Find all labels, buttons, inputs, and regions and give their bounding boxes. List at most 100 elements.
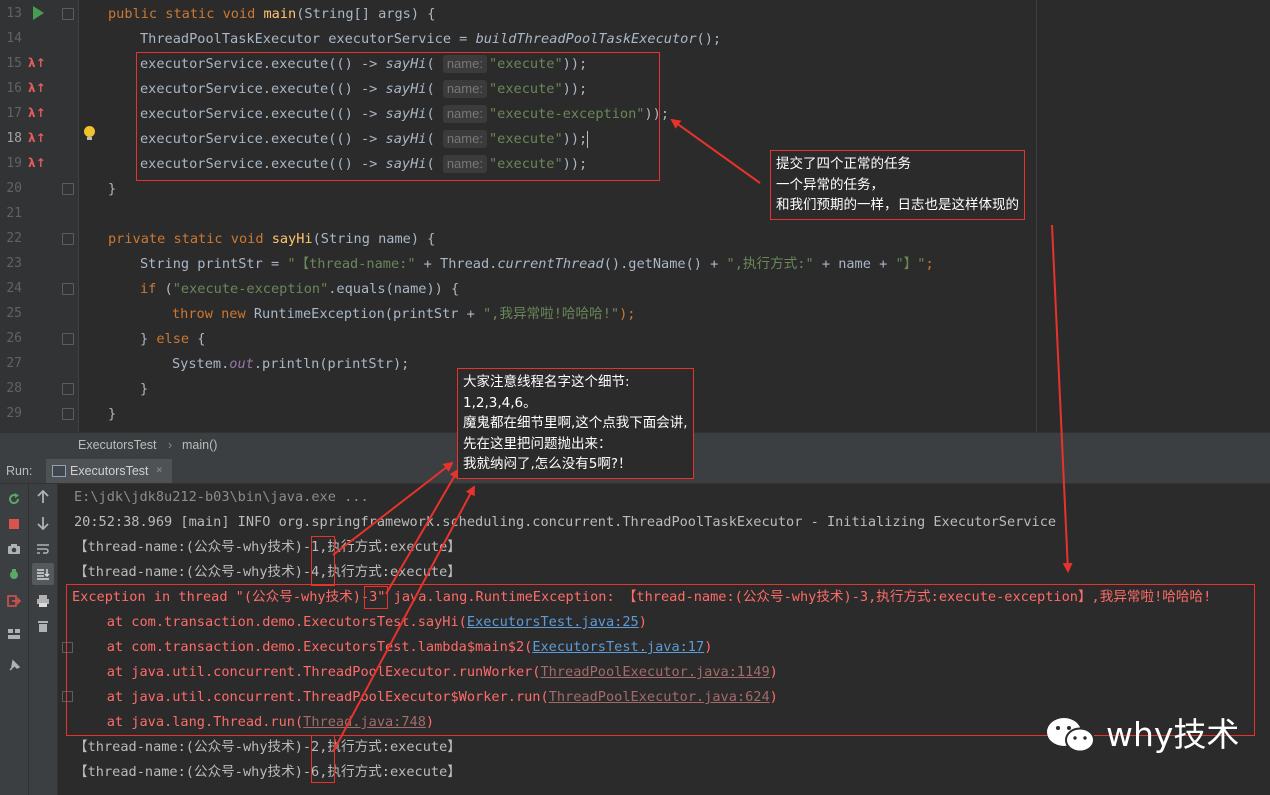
code-line: executorService.execute(() -> sayHi( nam… (140, 77, 587, 102)
stack-frame: ) (638, 614, 647, 630)
arrow-down-icon[interactable] (36, 516, 50, 530)
breadcrumb-method[interactable]: main() (182, 438, 217, 452)
arrow-up-icon[interactable] (36, 490, 50, 504)
scroll-to-end-button[interactable] (32, 563, 54, 585)
watermark-text: why技术 (1106, 715, 1240, 754)
gutter-divider (78, 0, 79, 432)
code-line: } (140, 381, 149, 397)
intention-bulb-icon[interactable] (84, 126, 95, 140)
fold-icon[interactable] (62, 642, 73, 653)
lambda-icon[interactable]: λ↑ (28, 81, 46, 95)
code-token: "execute-exception" (488, 106, 645, 122)
code-token: ",执行方式:" (726, 256, 814, 272)
code-line: ThreadPoolTaskExecutor executorService =… (140, 27, 721, 52)
trash-icon[interactable] (36, 619, 50, 633)
layout-icon[interactable] (7, 627, 21, 641)
code-token: RuntimeException(printStr + (253, 306, 483, 322)
fold-icon[interactable] (62, 183, 74, 195)
code-token: ( (426, 106, 443, 122)
code-line: } (108, 406, 117, 422)
source-link[interactable]: ExecutorsTest.java:17 (532, 639, 704, 655)
editor-gutter: 13 14 15 16 17 18 19 20 21 22 23 24 25 2… (0, 0, 78, 432)
run-label: Run: (6, 464, 33, 478)
stack-frame: at com.transaction.demo.ExecutorsTest.la… (74, 639, 533, 655)
fold-icon[interactable] (62, 691, 73, 702)
code-token: + name + (813, 256, 896, 272)
code-token: "execute-exception" (172, 281, 329, 297)
code-token: ); (619, 306, 636, 322)
code-token: "execute" (488, 131, 563, 147)
fold-icon[interactable] (62, 383, 74, 395)
stack-trace-line: at java.util.concurrent.ThreadPoolExecut… (74, 660, 778, 685)
code-token: ( (426, 131, 443, 147)
code-token: "execute" (488, 56, 563, 72)
fold-icon[interactable] (62, 283, 74, 295)
lambda-icon[interactable]: λ↑ (28, 131, 46, 145)
code-line: if ("execute-exception".equals(name)) { (140, 277, 459, 302)
code-token: sayHi (385, 81, 427, 97)
stack-frame: ) (704, 639, 713, 655)
fold-icon[interactable] (62, 8, 74, 20)
code-token: System. (172, 356, 230, 372)
parameter-hint: name: (442, 105, 487, 123)
debug-icon[interactable] (7, 567, 21, 581)
breadcrumb-class[interactable]: ExecutorsTest (78, 438, 157, 452)
code-line: String printStr = "【thread-name:" + Thre… (140, 252, 934, 277)
fold-icon[interactable] (62, 233, 74, 245)
line-number: 24 (6, 281, 22, 296)
close-icon[interactable]: × (156, 463, 163, 476)
source-link[interactable]: ExecutorsTest.java:25 (467, 614, 639, 630)
code-token: String printStr = (140, 256, 288, 272)
code-token: if (140, 281, 157, 297)
camera-icon[interactable] (7, 542, 21, 556)
run-toolbar-right (29, 484, 58, 795)
source-link[interactable]: ThreadPoolExecutor.java:1149 (541, 664, 770, 680)
code-token: ( (426, 156, 443, 172)
parameter-hint: name: (442, 155, 487, 173)
code-line: } (108, 181, 117, 197)
code-line: executorService.execute(() -> sayHi( nam… (140, 52, 587, 77)
code-token: buildThreadPoolTaskExecutor (475, 31, 697, 47)
code-token: executorService.execute(() -> (140, 131, 386, 147)
console-line: 【thread-name:(公众号-why技术)-2,执行方式:execute】 (74, 739, 461, 755)
run-toolbar-left (0, 484, 29, 795)
exit-icon[interactable] (7, 594, 21, 608)
lambda-icon[interactable]: λ↑ (28, 156, 46, 170)
tab-executors-test[interactable]: ExecutorsTest × (46, 459, 172, 483)
code-token: ( (426, 56, 443, 72)
code-token: ; (925, 256, 934, 272)
stack-trace-line: at java.util.concurrent.ThreadPoolExecut… (74, 685, 778, 710)
code-token: (String name) { (312, 231, 436, 247)
code-token: private static void (108, 231, 272, 247)
rerun-icon[interactable] (7, 492, 21, 506)
console-tab-icon (52, 465, 66, 477)
line-number: 15 (6, 56, 22, 71)
code-token: (String[] args) { (296, 6, 436, 22)
fold-icon[interactable] (62, 333, 74, 345)
lambda-icon[interactable]: λ↑ (28, 56, 46, 70)
parameter-hint: name: (442, 130, 487, 148)
annotation-note: 大家注意线程名字这个细节: 1,2,3,4,6。 魔鬼都在细节里啊,这个点我下面… (457, 368, 694, 479)
code-token: sayHi (385, 106, 427, 122)
code-token: ); (570, 156, 588, 172)
line-number: 27 (6, 356, 22, 371)
lambda-icon[interactable]: λ↑ (28, 106, 46, 120)
pin-icon[interactable] (7, 659, 21, 673)
code-line: public static void main(String[] args) { (108, 2, 435, 27)
stack-frame: ) (425, 714, 435, 730)
stack-frame: at com.transaction.demo.ExecutorsTest.sa… (74, 614, 467, 630)
run-gutter-icon[interactable] (33, 6, 44, 20)
line-number: 19 (6, 156, 22, 171)
source-link[interactable]: ThreadPoolExecutor.java:624 (549, 689, 770, 705)
soft-wrap-icon[interactable] (36, 542, 50, 556)
source-link[interactable]: Thread.java:748 (303, 714, 426, 730)
print-icon[interactable] (36, 594, 50, 608)
fold-icon[interactable] (62, 408, 74, 420)
console-line: 20:52:38.969 [main] INFO org.springframe… (74, 514, 1057, 530)
code-token: ( (156, 281, 173, 297)
code-token: ) (562, 81, 571, 97)
stop-icon[interactable] (7, 517, 21, 531)
code-token: executorService.execute(() -> (140, 106, 386, 122)
code-token: } (140, 331, 157, 347)
line-number: 23 (6, 256, 22, 271)
